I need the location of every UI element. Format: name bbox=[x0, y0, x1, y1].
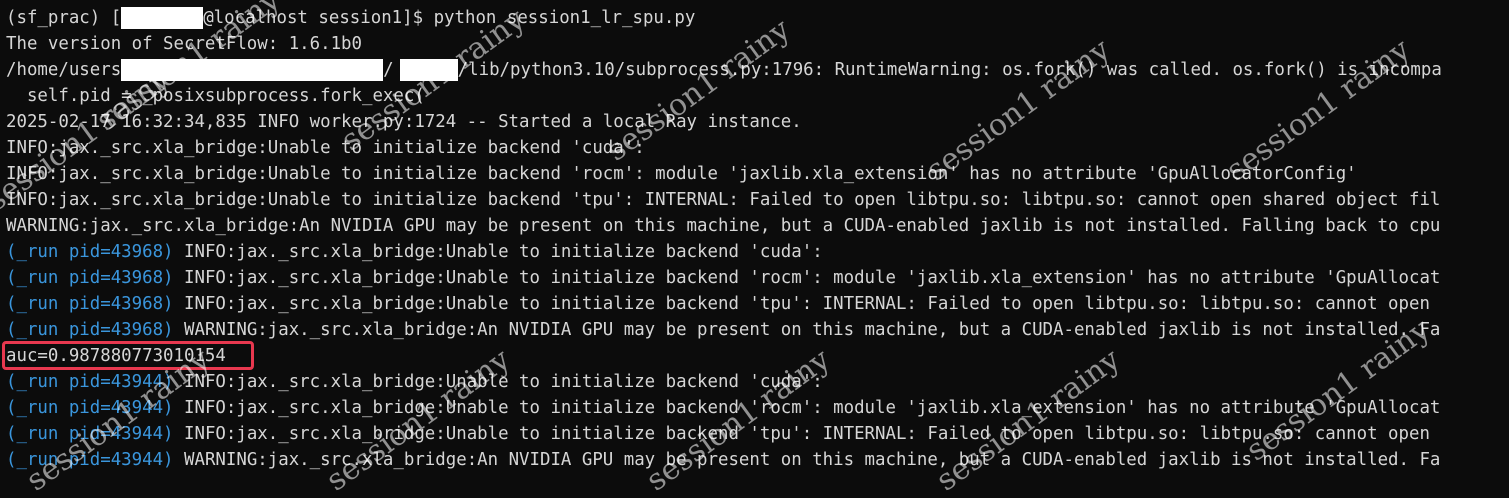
shell-host: @localhost session1]$ bbox=[203, 8, 424, 28]
runtime-warning-line: /home/users //lib/python3.10/subprocess.p… bbox=[6, 59, 1442, 81]
ray-log-line: (_run pid=43944) INFO:jax._src.xla_bridg… bbox=[6, 398, 1441, 418]
log-line: WARNING:jax._src.xla_bridge:An NVIDIA GP… bbox=[6, 216, 1441, 236]
ray-worker-prefix: (_run pid=43968) bbox=[6, 320, 174, 340]
ray-worker-prefix: (_run pid=43968) bbox=[6, 268, 174, 288]
redacted-username bbox=[121, 7, 204, 29]
prompt-line: (sf_prac) [@localhost session1]$ python … bbox=[6, 7, 696, 29]
conda-env: (sf_prac) bbox=[6, 8, 101, 28]
version-line: The version of SecretFlow: 1.6.1b0 bbox=[6, 34, 362, 54]
shell-command: python session1_lr_spu.py bbox=[433, 8, 696, 28]
ray-worker-prefix: (_run pid=43944) bbox=[6, 450, 174, 470]
redacted-env-path bbox=[399, 59, 458, 81]
ray-log-line: (_run pid=43968) WARNING:jax._src.xla_br… bbox=[6, 320, 1441, 340]
ray-log-line: (_run pid=43944) INFO:jax._src.xla_bridg… bbox=[6, 372, 823, 392]
log-line: INFO:jax._src.xla_bridge:Unable to initi… bbox=[6, 190, 1441, 210]
ray-worker-prefix: (_run pid=43968) bbox=[6, 242, 174, 262]
log-line: 2025-02-17 16:32:34,835 INFO worker.py:1… bbox=[6, 112, 802, 132]
auc-highlight-box bbox=[2, 341, 254, 370]
ray-log-line: (_run pid=43944) WARNING:jax._src.xla_br… bbox=[6, 450, 1441, 470]
log-line: INFO:jax._src.xla_bridge:Unable to initi… bbox=[6, 164, 1357, 184]
ray-worker-prefix: (_run pid=43968) bbox=[6, 294, 174, 314]
log-line: INFO:jax._src.xla_bridge:Unable to initi… bbox=[6, 138, 645, 158]
terminal-output[interactable]: (sf_prac) [@localhost session1]$ python … bbox=[0, 0, 1509, 472]
ray-worker-prefix: (_run pid=43944) bbox=[6, 398, 174, 418]
redacted-path bbox=[121, 59, 384, 81]
ray-worker-prefix: (_run pid=43944) bbox=[6, 424, 174, 444]
ray-log-line: (_run pid=43944) INFO:jax._src.xla_bridg… bbox=[6, 424, 1430, 444]
log-line: self.pid = _posixsubprocess.fork_exec( bbox=[6, 86, 425, 106]
ray-log-line: (_run pid=43968) INFO:jax._src.xla_bridg… bbox=[6, 242, 823, 262]
ray-worker-prefix: (_run pid=43944) bbox=[6, 372, 174, 392]
ray-log-line: (_run pid=43968) INFO:jax._src.xla_bridg… bbox=[6, 268, 1441, 288]
ray-log-line: (_run pid=43968) INFO:jax._src.xla_bridg… bbox=[6, 294, 1430, 314]
